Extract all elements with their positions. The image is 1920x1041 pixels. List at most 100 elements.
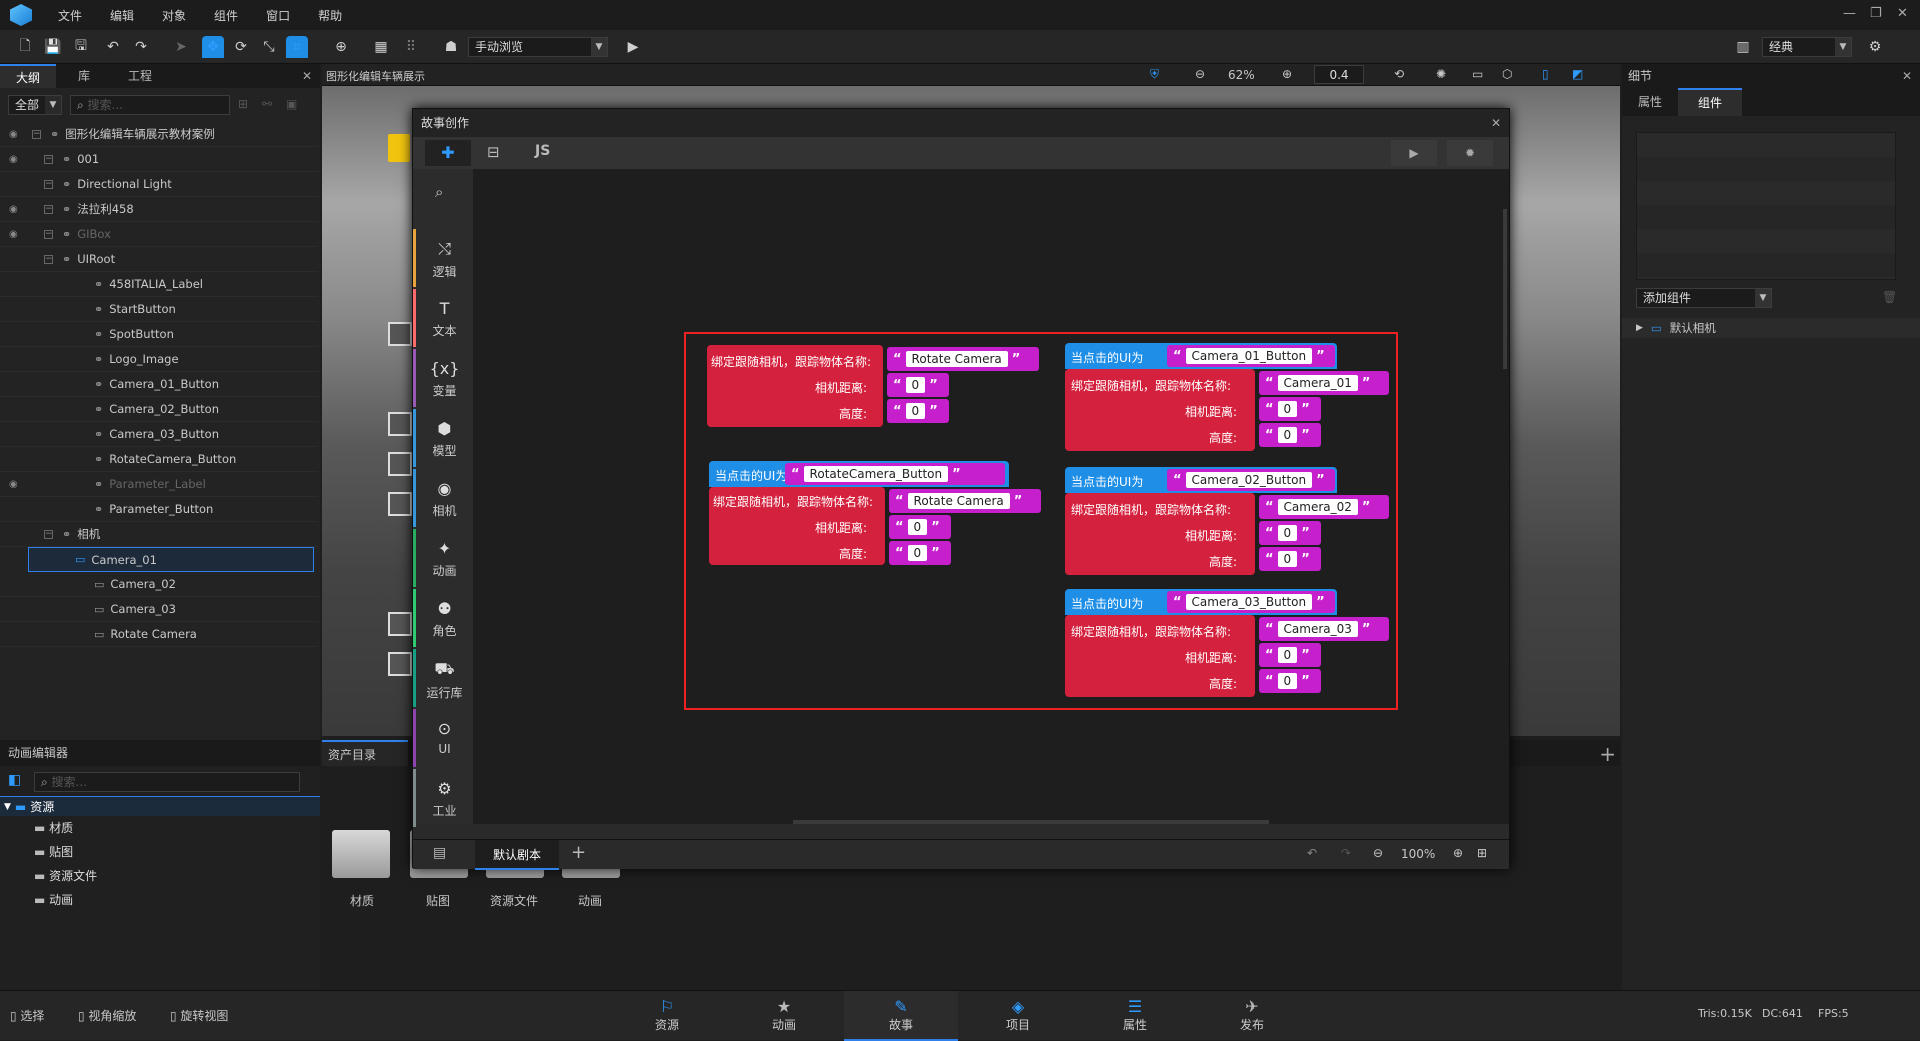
tree-row[interactable]: ⚭ Camera_01_Button bbox=[0, 372, 318, 397]
follow-camera-block[interactable]: 绑定跟随相机，跟踪物体名称: 相机距离: 高度: bbox=[1065, 369, 1255, 451]
tree-row[interactable]: ⚭ Camera_03_Button bbox=[0, 422, 318, 447]
close-icon[interactable]: ✕ bbox=[1897, 6, 1908, 21]
string-block[interactable]: “Camera_01” bbox=[1259, 371, 1389, 395]
number-value[interactable]: 0 bbox=[1277, 551, 1298, 567]
menu-edit[interactable]: 编辑 bbox=[110, 7, 134, 24]
add-script-icon[interactable]: + bbox=[571, 842, 586, 863]
close-icon[interactable]: ✕ bbox=[302, 64, 312, 88]
number-block[interactable]: “0” bbox=[889, 541, 951, 565]
string-value[interactable]: Camera_01_Button bbox=[1185, 348, 1313, 364]
layout-icon[interactable]: ▥ bbox=[1732, 36, 1754, 58]
tab-components[interactable]: 组件 bbox=[1678, 88, 1743, 116]
tree-row[interactable]: ▭ Camera_02 bbox=[0, 572, 318, 597]
eye-icon[interactable]: ◉ bbox=[9, 204, 18, 215]
string-block[interactable]: “Camera_01_Button” bbox=[1167, 345, 1335, 367]
sun-icon[interactable]: ✺ bbox=[1436, 67, 1446, 81]
rotate-mode[interactable]: ▯ 旋转视图 bbox=[170, 1007, 228, 1024]
menu-file[interactable]: 文件 bbox=[58, 7, 82, 24]
bottom-tab[interactable]: ✎ 故事 bbox=[844, 991, 958, 1041]
number-block[interactable]: “0” bbox=[1259, 547, 1321, 571]
redo-icon[interactable]: ↷ bbox=[1341, 846, 1351, 860]
tree-row[interactable]: ⚭ Parameter_Button bbox=[0, 497, 318, 522]
tree-row[interactable]: ◉ − ⚭ 001 bbox=[0, 147, 318, 172]
block-category[interactable]: ✦ 动画 bbox=[413, 529, 473, 587]
flowchart-icon[interactable]: ⊟ bbox=[487, 143, 500, 161]
string-block[interactable]: “Camera_03_Button” bbox=[1167, 591, 1335, 613]
number-value[interactable]: 0 bbox=[1277, 647, 1298, 663]
add-icon[interactable]: + bbox=[1599, 742, 1616, 766]
bottom-tab[interactable]: ◈ 项目 bbox=[961, 991, 1075, 1041]
block-category[interactable]: ⚉ 角色 bbox=[413, 589, 473, 647]
fullscreen-icon[interactable]: ◩ bbox=[1572, 67, 1583, 81]
chevron-down-icon[interactable]: ▼ bbox=[4, 802, 11, 812]
select-arrow-icon[interactable]: ➤ bbox=[170, 36, 192, 58]
chevron-right-icon[interactable]: ▶ bbox=[1636, 323, 1643, 333]
string-value[interactable]: Rotate Camera bbox=[905, 351, 1008, 367]
new-file-icon[interactable]: 🗋 bbox=[14, 36, 36, 58]
lock-icon[interactable]: ▣ bbox=[286, 97, 297, 111]
collapse-icon[interactable]: − bbox=[44, 179, 53, 189]
bottom-tab[interactable]: ⚐ 资源 bbox=[610, 991, 724, 1041]
video-icon[interactable]: ▭ bbox=[1472, 67, 1483, 81]
minimize-icon[interactable]: — bbox=[1843, 6, 1856, 21]
component-tree-item[interactable]: ▶ ▭ 默认相机 bbox=[1622, 318, 1920, 338]
block-category[interactable]: ⊙ UI bbox=[413, 709, 473, 767]
follow-camera-block[interactable]: 绑定跟随相机，跟踪物体名称: 相机距离: 高度: bbox=[1065, 615, 1255, 697]
filter-select[interactable]: 全部 ▼ bbox=[8, 95, 62, 115]
save-all-icon[interactable]: 🖫 bbox=[70, 36, 92, 58]
follow-camera-block[interactable]: 绑定跟随相机，跟踪物体名称: 相机距离: 高度: bbox=[709, 487, 885, 565]
block-category[interactable]: {x} 变量 bbox=[413, 349, 473, 407]
tree-row[interactable]: ◉ − ⚭ 图形化编辑车辆展示教材案例 bbox=[0, 122, 318, 147]
grid-icon[interactable]: ▦ bbox=[370, 36, 392, 58]
zoom-out-icon[interactable]: ⊖ bbox=[1373, 846, 1383, 860]
collapse-icon[interactable]: − bbox=[44, 254, 53, 264]
number-block[interactable]: “0” bbox=[889, 515, 951, 539]
rotate-icon[interactable]: ⟳ bbox=[230, 36, 252, 58]
number-value[interactable]: 0 bbox=[907, 545, 928, 561]
string-block[interactable]: “Camera_02” bbox=[1259, 495, 1389, 519]
follow-camera-block[interactable]: 绑定跟随相机，跟踪物体名称: 相机距离: 高度: bbox=[1065, 493, 1255, 575]
number-value[interactable]: 0 bbox=[1277, 525, 1298, 541]
tree-row[interactable]: − ⚭ Directional Light bbox=[0, 172, 318, 197]
cube-icon[interactable]: ⬡ bbox=[1502, 67, 1512, 81]
select-mode[interactable]: ▯ 选择 bbox=[10, 1007, 44, 1024]
number-value[interactable]: 0 bbox=[907, 519, 928, 535]
tree-row[interactable]: ▭ Rotate Camera bbox=[0, 622, 318, 647]
undo-icon[interactable]: ↶ bbox=[102, 36, 124, 58]
string-value[interactable]: Camera_01 bbox=[1277, 375, 1358, 391]
person-icon[interactable]: ☗ bbox=[440, 36, 462, 58]
tree-row[interactable]: ▭ Camera_01 bbox=[28, 547, 314, 572]
string-block[interactable]: “Rotate Camera” bbox=[889, 489, 1041, 513]
tab-project[interactable]: 工程 bbox=[112, 64, 168, 88]
collapse-icon[interactable]: − bbox=[32, 129, 41, 139]
string-value[interactable]: Camera_02_Button bbox=[1185, 472, 1313, 488]
tree-row[interactable]: ⚭ Logo_Image bbox=[0, 347, 318, 372]
puzzle-icon[interactable]: ✚ bbox=[425, 140, 471, 166]
string-block[interactable]: “Camera_03” bbox=[1259, 617, 1389, 641]
string-block[interactable]: “Camera_02_Button” bbox=[1167, 469, 1335, 491]
bottom-tab[interactable]: ☰ 属性 bbox=[1078, 991, 1192, 1041]
script-list-icon[interactable]: ▤ bbox=[433, 845, 446, 861]
restore-icon[interactable]: ❐ bbox=[1870, 6, 1882, 21]
string-value[interactable]: Camera_03 bbox=[1277, 621, 1358, 637]
redo-icon[interactable]: ↷ bbox=[130, 36, 152, 58]
tree-row[interactable]: ⚭ SpotButton bbox=[0, 322, 318, 347]
speed-input[interactable]: 0.4 bbox=[1314, 65, 1364, 84]
block-category[interactable]: ⚙ 工业 bbox=[413, 769, 473, 827]
bottom-tab[interactable]: ✈ 发布 bbox=[1195, 991, 1309, 1041]
debug-icon[interactable]: ✹ bbox=[1447, 140, 1493, 166]
menu-object[interactable]: 对象 bbox=[162, 7, 186, 24]
tree-row[interactable]: ◉ − ⚭ GIBox bbox=[0, 222, 318, 247]
collapse-icon[interactable]: − bbox=[44, 229, 53, 239]
shield-icon[interactable]: ⛨ bbox=[1150, 67, 1159, 82]
string-value[interactable]: Rotate Camera bbox=[907, 493, 1010, 509]
menu-component[interactable]: 组件 bbox=[214, 7, 238, 24]
search-icon[interactable]: ⌕ bbox=[435, 183, 443, 201]
play-icon[interactable]: ▶ bbox=[622, 36, 644, 58]
fit-view-icon[interactable]: ⊞ bbox=[1477, 846, 1487, 860]
menu-help[interactable]: 帮助 bbox=[318, 7, 342, 24]
grid-dots-icon[interactable]: ⠿ bbox=[400, 36, 422, 58]
number-value[interactable]: 0 bbox=[1277, 673, 1298, 689]
layout-select[interactable]: 经典 ▼ bbox=[1762, 37, 1852, 57]
eye-icon[interactable]: ◉ bbox=[9, 129, 18, 140]
